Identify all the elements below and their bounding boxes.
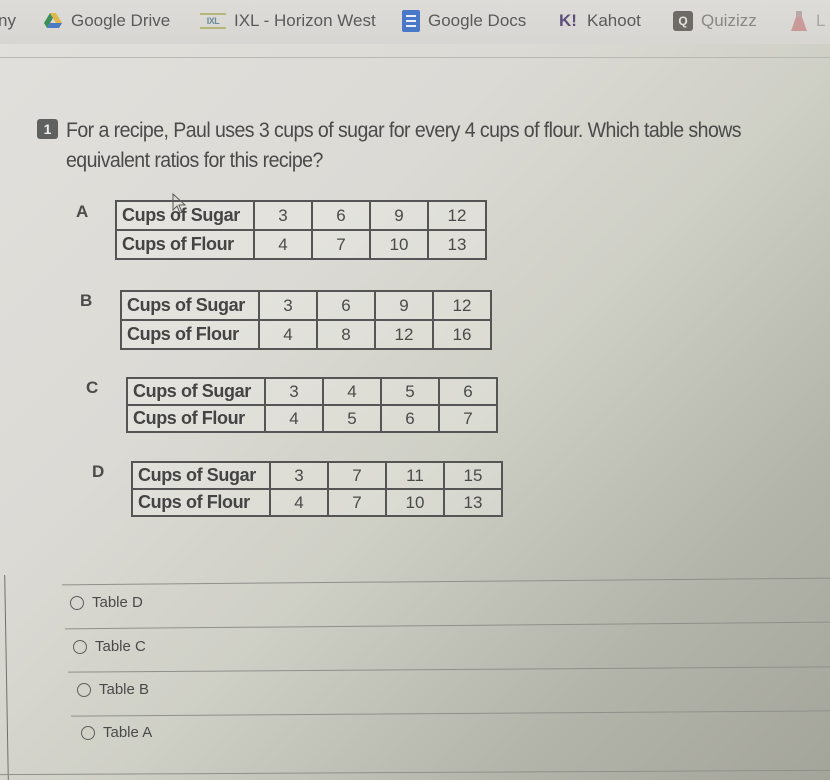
table-cell: 4 — [264, 404, 324, 433]
table-row-flour: Cups of Flour 4 5 6 7 — [126, 404, 498, 433]
google-docs-icon — [402, 10, 420, 32]
table-letter-c: C — [86, 378, 99, 397]
bookmark-label: Google Drive — [71, 11, 171, 30]
bookmark-label: IXL - Horizon West — [234, 11, 376, 30]
bookmark-ixl[interactable]: IXL IXL - Horizon West — [200, 8, 376, 34]
answer-label: Table D — [92, 594, 143, 611]
table-row-sugar: Cups of Sugar 3 7 11 15 — [131, 461, 503, 490]
question: 1 For a recipe, Paul uses 3 cups of suga… — [37, 116, 827, 176]
answer-divider — [68, 666, 830, 673]
table-letter-d: D — [92, 462, 105, 481]
panel-left-edge — [4, 575, 9, 780]
question-number-badge: 1 — [37, 119, 58, 139]
answer-label: Table B — [99, 681, 150, 698]
bookmark-label: ny — [0, 11, 16, 30]
bookmark-label: L — [816, 11, 826, 30]
table-row-flour: Cups of Flour 4 7 10 13 — [131, 488, 503, 517]
kahoot-icon: K! — [559, 11, 577, 30]
table-cell: 3 — [253, 200, 313, 231]
row-label: Cups of Flour — [115, 229, 255, 260]
radio-button[interactable] — [81, 725, 95, 740]
answer-option-table-c[interactable]: Table C — [73, 638, 146, 655]
table-cell: 4 — [258, 319, 318, 350]
table-cell: 9 — [374, 290, 434, 321]
answer-option-table-a[interactable]: Table A — [81, 724, 152, 741]
answer-option-table-d[interactable]: Table D — [70, 594, 143, 611]
table-cell: 16 — [432, 319, 492, 350]
table-cell: 7 — [438, 404, 498, 433]
answer-label: Table A — [103, 724, 153, 741]
google-drive-icon — [43, 12, 63, 30]
table-cell: 10 — [369, 229, 429, 260]
table-row-sugar: Cups of Sugar 3 6 9 12 — [120, 290, 492, 321]
table-cell: 5 — [322, 404, 382, 433]
table-cell: 13 — [427, 229, 487, 260]
table-letter-a: A — [76, 202, 89, 221]
bookmark-label: Quizizz — [701, 11, 757, 30]
bookmark-label: Google Docs — [428, 11, 527, 30]
content-divider — [0, 57, 830, 58]
table-cell: 3 — [269, 461, 329, 490]
bookmark-partial[interactable]: ny — [0, 8, 16, 34]
bookmark-kahoot[interactable]: K! Kahoot — [557, 8, 641, 34]
table-cell: 12 — [374, 319, 434, 350]
ratio-table-a: Cups of Sugar 3 6 9 12 Cups of Flour 4 7… — [115, 200, 487, 260]
table-cell: 4 — [322, 377, 382, 406]
table-cell: 4 — [269, 488, 329, 517]
row-label: Cups of Flour — [131, 488, 271, 517]
table-cell: 7 — [311, 229, 371, 260]
answer-divider — [71, 710, 830, 717]
table-cell: 15 — [443, 461, 503, 490]
table-row-flour: Cups of Flour 4 8 12 16 — [120, 319, 492, 350]
table-cell: 6 — [311, 200, 371, 231]
row-label: Cups of Sugar — [131, 461, 271, 490]
radio-button[interactable] — [77, 682, 91, 697]
bookmarks-bar: ny Google Drive IXL IXL - Horizon West G… — [0, 0, 830, 44]
table-cell: 13 — [443, 488, 503, 517]
table-cell: 6 — [438, 377, 498, 406]
question-text: For a recipe, Paul uses 3 cups of sugar … — [66, 119, 742, 172]
table-cell: 3 — [258, 290, 318, 321]
ratio-table-c: Cups of Sugar 3 4 5 6 Cups of Flour 4 5 … — [126, 377, 498, 433]
answer-option-table-b[interactable]: Table B — [77, 681, 149, 698]
table-cell: 12 — [427, 200, 487, 231]
table-cell: 4 — [253, 229, 313, 260]
answer-divider — [65, 621, 830, 630]
bookmark-label: Kahoot — [587, 11, 641, 30]
answer-label: Table C — [95, 638, 146, 655]
bookmark-google-drive[interactable]: Google Drive — [43, 8, 170, 34]
table-cell: 7 — [327, 488, 387, 517]
row-label: Cups of Sugar — [120, 290, 260, 321]
radio-button[interactable] — [73, 639, 87, 654]
table-cell: 6 — [380, 404, 440, 433]
table-cell: 6 — [316, 290, 376, 321]
table-row-sugar: Cups of Sugar 3 4 5 6 — [126, 377, 498, 406]
table-cell: 3 — [264, 377, 324, 406]
answer-divider — [62, 577, 830, 586]
answer-divider — [0, 769, 830, 776]
radio-button[interactable] — [70, 595, 84, 610]
table-cell: 9 — [369, 200, 429, 231]
row-label: Cups of Flour — [126, 404, 266, 433]
table-letter-b: B — [80, 291, 93, 310]
row-label: Cups of Flour — [120, 319, 260, 350]
ratio-table-b: Cups of Sugar 3 6 9 12 Cups of Flour 4 8… — [120, 290, 492, 350]
ixl-icon: IXL — [200, 13, 226, 29]
table-cell: 11 — [385, 461, 445, 490]
row-label: Cups of Sugar — [126, 377, 266, 406]
lab-flask-icon — [790, 10, 808, 32]
table-cell: 7 — [327, 461, 387, 490]
bookmark-lab[interactable]: L — [790, 8, 825, 34]
mouse-cursor-icon — [172, 193, 187, 214]
table-cell: 8 — [316, 319, 376, 350]
bookmark-quizizz[interactable]: Q Quizizz — [673, 8, 757, 34]
table-cell: 12 — [432, 290, 492, 321]
table-row-flour: Cups of Flour 4 7 10 13 — [115, 229, 487, 260]
ratio-table-d: Cups of Sugar 3 7 11 15 Cups of Flour 4 … — [131, 461, 503, 517]
table-cell: 5 — [380, 377, 440, 406]
table-cell: 10 — [385, 488, 445, 517]
quizizz-icon: Q — [673, 11, 693, 31]
bookmark-google-docs[interactable]: Google Docs — [402, 8, 526, 34]
